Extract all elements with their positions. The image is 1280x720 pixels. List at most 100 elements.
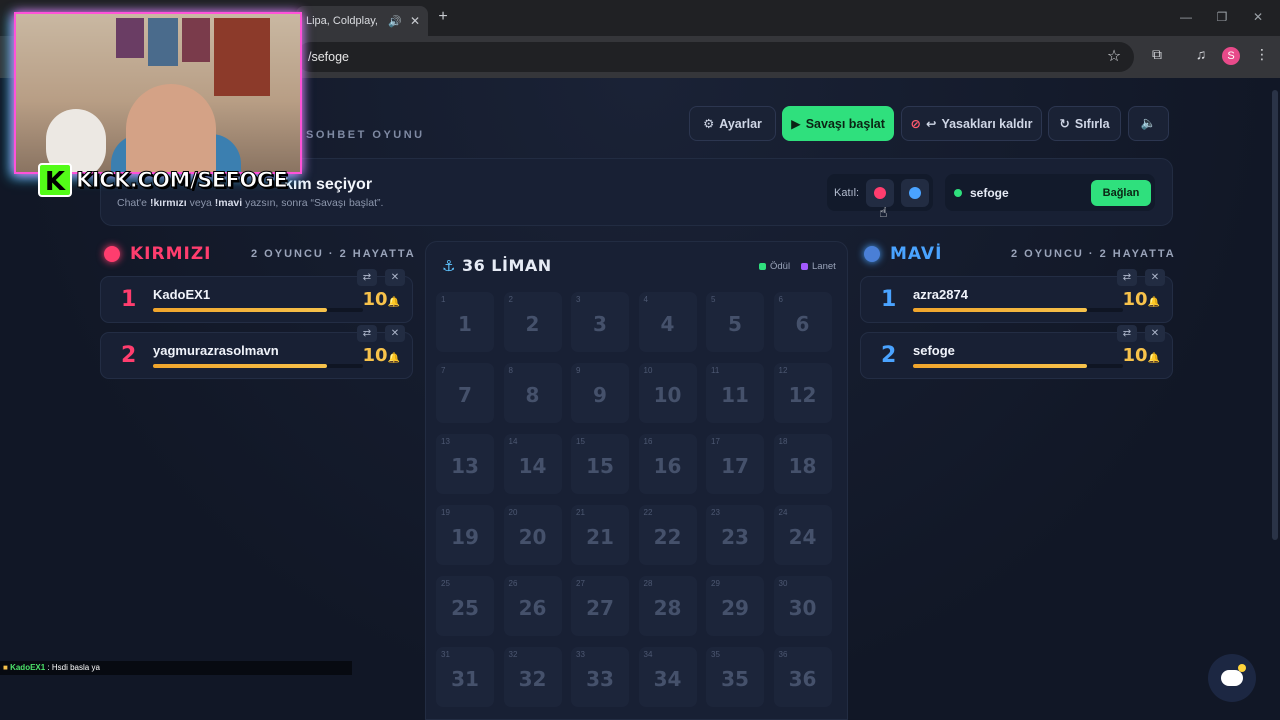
port-cell-number: 1 xyxy=(458,312,472,336)
port-cell[interactable]: 88 xyxy=(503,363,562,423)
port-cell[interactable]: 24 24 xyxy=(773,505,832,565)
port-cell[interactable]: 36 36 xyxy=(773,647,832,707)
port-cell[interactable]: 30 30 xyxy=(773,576,832,636)
port-cell[interactable]: 25 25 xyxy=(436,576,494,636)
audio-icon[interactable]: 🔊 xyxy=(388,15,402,28)
chat-launcher-button[interactable] xyxy=(1208,654,1256,702)
browser-tab[interactable]: Lipa, Coldplay, M 🔊 ✕ xyxy=(296,6,428,36)
wall-poster xyxy=(148,18,178,66)
chat-bubble-icon xyxy=(1221,670,1243,686)
extensions-icon[interactable]: ⧉ xyxy=(1147,46,1167,63)
connect-button[interactable]: Bağlan xyxy=(1091,180,1151,206)
wall-rug xyxy=(214,18,270,96)
close-window-icon[interactable]: ✕ xyxy=(1248,10,1268,24)
port-cell-number: 32 xyxy=(518,667,547,691)
browser-menu-icon[interactable]: ⋮ xyxy=(1252,46,1272,63)
port-cell-number: 22 xyxy=(653,525,682,549)
legend-reward: Ödül xyxy=(759,261,790,272)
reset-button[interactable]: ↻ Sıfırla xyxy=(1048,106,1121,141)
port-cell-number: 28 xyxy=(653,596,682,620)
port-cell[interactable]: 35 35 xyxy=(706,647,764,707)
port-cell-number: 8 xyxy=(525,383,540,407)
red-team-header: KIRMIZI xyxy=(104,243,211,265)
remove-player-icon[interactable]: ✕ xyxy=(385,269,405,286)
instr-suffix: yazsın, sonra “Savaşı başlat”. xyxy=(242,197,384,209)
port-cell[interactable]: 44 xyxy=(638,292,697,352)
port-cell[interactable]: 21 21 xyxy=(571,505,629,565)
port-cell[interactable]: 29 29 xyxy=(706,576,764,636)
port-cell[interactable]: 12 12 xyxy=(773,363,832,423)
bell-icon: 🔔 xyxy=(387,353,400,364)
port-cell[interactable]: 19 19 xyxy=(436,505,494,565)
start-battle-button[interactable]: ▶ Savaşı başlat xyxy=(782,106,894,141)
port-cell[interactable]: 20 20 xyxy=(503,505,562,565)
port-cell-number: 20 xyxy=(518,525,547,549)
player-rank: 1 xyxy=(121,287,137,312)
port-cell[interactable]: 22 xyxy=(503,292,562,352)
close-tab-icon[interactable]: ✕ xyxy=(410,14,420,28)
reset-label: Sıfırla xyxy=(1074,116,1110,131)
remove-player-icon[interactable]: ✕ xyxy=(1145,325,1165,342)
port-cell[interactable]: 13 13 xyxy=(436,434,494,494)
port-cell-index: 30 xyxy=(778,579,788,588)
restore-icon[interactable]: ❐ xyxy=(1212,10,1232,24)
profile-avatar[interactable]: S xyxy=(1222,47,1240,65)
port-cell[interactable]: 32 32 xyxy=(503,647,562,707)
remove-player-icon[interactable]: ✕ xyxy=(385,325,405,342)
media-controls-icon[interactable]: ♫ xyxy=(1191,46,1211,62)
new-tab-button[interactable]: + xyxy=(434,8,452,26)
port-cell[interactable]: 10 10 xyxy=(638,363,697,423)
port-cell[interactable]: 27 27 xyxy=(571,576,629,636)
port-cell-index: 20 xyxy=(508,508,518,517)
port-cell[interactable]: 99 xyxy=(571,363,629,423)
minimize-icon[interactable]: — xyxy=(1176,10,1196,24)
port-cell[interactable]: 26 26 xyxy=(503,576,562,636)
legend-reward-label: Ödül xyxy=(770,261,791,272)
unban-label: Yasakları kaldır xyxy=(941,116,1033,131)
swap-team-icon[interactable]: ⇄ xyxy=(357,269,377,286)
join-blue-button[interactable] xyxy=(901,178,930,207)
chat-username: KadoEX1 xyxy=(10,663,46,672)
port-cell[interactable]: 66 xyxy=(773,292,832,352)
swap-team-icon[interactable]: ⇄ xyxy=(1117,325,1137,342)
port-cell[interactable]: 22 22 xyxy=(638,505,697,565)
notification-dot xyxy=(1238,664,1246,672)
port-cell-number: 15 xyxy=(586,454,614,478)
remove-player-icon[interactable]: ✕ xyxy=(1145,269,1165,286)
address-bar[interactable]: /sefoge xyxy=(296,42,1134,72)
swap-team-icon[interactable]: ⇄ xyxy=(1117,269,1137,286)
port-cell[interactable]: 28 28 xyxy=(638,576,697,636)
port-cell-index: 31 xyxy=(441,650,450,659)
player-name: KadoEX1 xyxy=(153,287,211,302)
join-red-button[interactable] xyxy=(866,178,895,207)
port-cell[interactable]: 77 xyxy=(436,363,494,423)
legend-curse: Lanet xyxy=(801,261,836,272)
port-cell[interactable]: 11 11 xyxy=(706,363,764,423)
port-cell[interactable]: 17 17 xyxy=(706,434,764,494)
player-lives: 10🔔 xyxy=(1122,345,1160,366)
legend-curse-label: Lanet xyxy=(812,261,836,272)
page-scrollbar[interactable] xyxy=(1272,90,1278,540)
port-cell-number: 16 xyxy=(653,454,682,478)
bookmark-star-icon[interactable]: ☆ xyxy=(1104,46,1124,66)
port-cell[interactable]: 33 xyxy=(571,292,629,352)
port-cell-index: 14 xyxy=(508,437,518,446)
player-lives: 10🔔 xyxy=(362,289,400,310)
port-cell[interactable]: 16 16 xyxy=(638,434,697,494)
port-cell[interactable]: 14 14 xyxy=(503,434,562,494)
port-cell[interactable]: 23 23 xyxy=(706,505,764,565)
port-cell-index: 9 xyxy=(576,366,581,375)
settings-button[interactable]: ⚙ Ayarlar xyxy=(689,106,776,141)
swap-team-icon[interactable]: ⇄ xyxy=(357,325,377,342)
port-cell[interactable]: 33 33 xyxy=(571,647,629,707)
port-cell[interactable]: 15 15 xyxy=(571,434,629,494)
port-cell[interactable]: 11 xyxy=(436,292,494,352)
port-cell[interactable]: 34 34 xyxy=(638,647,697,707)
player-rank: 1 xyxy=(881,287,897,312)
port-cell[interactable]: 31 31 xyxy=(436,647,494,707)
port-cell[interactable]: 18 18 xyxy=(773,434,832,494)
port-cell[interactable]: 55 xyxy=(706,292,764,352)
sound-button[interactable]: 🔈 xyxy=(1128,106,1169,141)
unban-button[interactable]: ⊘ ↩ Yasakları kaldır xyxy=(901,106,1042,141)
pointer-cursor-icon: ☝ xyxy=(879,204,888,220)
